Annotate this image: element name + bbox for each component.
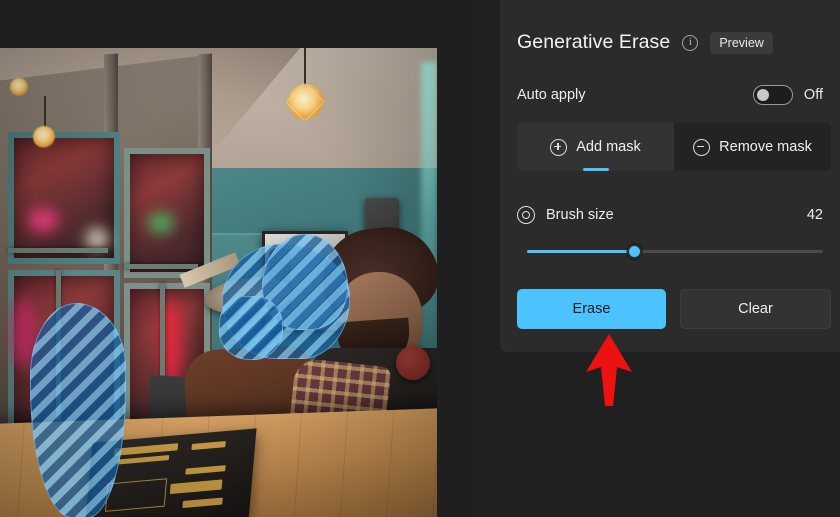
plus-circle-icon xyxy=(550,138,568,156)
canvas-region xyxy=(0,0,477,517)
remove-mask-label: Remove mask xyxy=(719,139,812,155)
add-mask-label: Add mask xyxy=(576,139,641,155)
panel-card: Generative Erase i Preview Auto apply Of… xyxy=(500,0,840,352)
auto-apply-state: Off xyxy=(803,87,823,103)
clear-button[interactable]: Clear xyxy=(680,289,831,329)
app-window: Generative Erase i Preview Auto apply Of… xyxy=(0,0,840,517)
brush-size-row: Brush size 42 xyxy=(517,205,823,225)
tab-remove-mask[interactable]: Remove mask xyxy=(674,123,831,171)
action-button-row: Erase Clear xyxy=(517,289,831,329)
mask-mode-segmented-control: Add mask Remove mask xyxy=(517,123,831,171)
tab-add-mask[interactable]: Add mask xyxy=(517,123,674,171)
auto-apply-toggle[interactable] xyxy=(752,85,793,105)
photo-editing-canvas[interactable] xyxy=(0,48,437,517)
mask-selection-lower[interactable] xyxy=(219,296,283,360)
info-circle-icon[interactable]: i xyxy=(682,34,699,51)
brush-size-value: 42 xyxy=(806,207,823,223)
minus-circle-icon xyxy=(693,138,711,156)
auto-apply-row: Auto apply Off xyxy=(517,84,823,106)
brush-target-icon xyxy=(517,206,535,224)
panel-header: Generative Erase i Preview xyxy=(517,31,773,54)
brush-size-label: Brush size xyxy=(546,207,614,223)
slider-thumb[interactable] xyxy=(626,244,642,259)
brush-size-slider[interactable] xyxy=(527,244,823,260)
slider-fill xyxy=(527,250,634,253)
erase-button[interactable]: Erase xyxy=(517,289,666,329)
page-title: Generative Erase xyxy=(517,31,671,53)
generative-erase-panel: Generative Erase i Preview Auto apply Of… xyxy=(477,0,840,517)
mask-selection-left[interactable] xyxy=(30,303,126,517)
preview-badge: Preview xyxy=(710,31,773,54)
toggle-knob xyxy=(756,89,769,101)
auto-apply-label: Auto apply xyxy=(517,87,586,103)
